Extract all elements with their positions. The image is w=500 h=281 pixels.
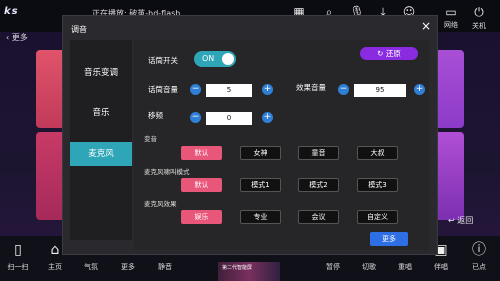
back-label: 更多 — [11, 33, 28, 42]
mic-switch-value: ON — [202, 54, 215, 63]
effect-option-entertainment[interactable]: 娱乐 — [181, 210, 222, 224]
reset-button[interactable]: ↻ 还原 — [360, 47, 418, 60]
effect-volume-decrease-button[interactable]: − — [338, 84, 349, 95]
video-thumbnail[interactable]: 第二代智能屏 — [218, 262, 280, 281]
more-button[interactable]: 更多 — [370, 232, 408, 246]
voice-change-title: 变音 — [144, 135, 157, 143]
return-icon: ↩ — [448, 216, 458, 225]
return-button[interactable]: ↩ 返回 — [448, 215, 473, 226]
bottom-item-label: 伴唱 — [434, 263, 448, 271]
bottom-item-selected[interactable]: ⓘ 已点 — [464, 238, 494, 272]
shift-value: 0 — [206, 112, 252, 125]
thumbnail-text: 第二代智能屏 — [222, 265, 253, 271]
shield-option-mode2[interactable]: 模式2 — [298, 178, 339, 192]
bottom-item-label: 更多 — [121, 263, 135, 271]
shield-option-mode3[interactable]: 模式3 — [357, 178, 398, 192]
close-icon[interactable]: × — [421, 19, 431, 33]
effect-option-meeting[interactable]: 会议 — [298, 210, 339, 224]
bottom-item-label: 主页 — [48, 263, 62, 271]
network-icon: ▭ — [445, 5, 457, 19]
dialog-title: 调音 — [71, 25, 87, 34]
tab-microphone[interactable]: 麦克风 — [70, 142, 132, 166]
phone-icon: ▯ — [14, 242, 22, 258]
tab-pitch[interactable]: 音乐变调 — [70, 66, 132, 78]
bottom-item-scan[interactable]: ▯ 扫一扫 — [3, 238, 33, 272]
shield-option-mode1[interactable]: 模式1 — [240, 178, 281, 192]
shift-increase-button[interactable]: + — [262, 112, 273, 123]
network-button[interactable]: ▭ 网络 — [440, 5, 462, 29]
power-label: 关机 — [472, 22, 486, 30]
voice-option-child[interactable]: 童音 — [298, 146, 339, 160]
bottom-item-label: 重唱 — [398, 263, 412, 271]
dialog-sidebar: 音乐变调 音乐 麦克风 — [70, 40, 132, 240]
mic-volume-decrease-button[interactable]: − — [190, 84, 201, 95]
mic-volume-label: 话筒音量 — [148, 85, 178, 94]
effect-volume-increase-button[interactable]: + — [414, 84, 425, 95]
network-label: 网络 — [444, 21, 458, 29]
tile-purple-bottom[interactable] — [434, 132, 464, 220]
voice-option-goddess[interactable]: 女神 — [240, 146, 281, 160]
bottom-item-label: 切歌 — [362, 263, 376, 271]
mic-switch-toggle[interactable]: ON — [194, 51, 236, 67]
bottom-item-label: 已点 — [472, 263, 486, 271]
effect-option-professional[interactable]: 专业 — [240, 210, 281, 224]
mic-volume-increase-button[interactable]: + — [262, 84, 273, 95]
voice-option-uncle[interactable]: 大叔 — [357, 146, 398, 160]
app-logo: ks — [4, 6, 19, 17]
effect-volume-value: 95 — [354, 84, 406, 97]
shift-decrease-button[interactable]: − — [190, 112, 201, 123]
toggle-knob — [222, 53, 234, 65]
voice-option-default[interactable]: 默认 — [181, 146, 222, 160]
bottom-item-label: 静音 — [158, 263, 172, 271]
reset-label: 还原 — [385, 49, 401, 58]
shield-option-default[interactable]: 默认 — [181, 178, 222, 192]
reset-icon: ↻ — [377, 49, 386, 58]
tile-purple-top[interactable] — [434, 50, 464, 128]
power-icon: ⏻ — [474, 5, 484, 19]
back-button[interactable]: ‹ 更多 — [6, 32, 28, 43]
shift-label: 移频 — [148, 111, 163, 120]
mic-shield-title: 麦克风啸叫模式 — [144, 168, 190, 176]
bottom-item-label: 扫一扫 — [7, 263, 29, 271]
mic-switch-label: 话筒开关 — [148, 56, 178, 65]
bottom-item-label: 暂停 — [326, 263, 340, 271]
mic-volume-value: 5 — [206, 84, 252, 97]
effect-volume-label: 效果音量 — [296, 83, 326, 92]
effect-option-custom[interactable]: 自定义 — [357, 210, 398, 224]
bottom-item-label: 气氛 — [84, 263, 98, 271]
info-icon: ⓘ — [472, 242, 486, 258]
tab-music[interactable]: 音乐 — [70, 106, 132, 118]
return-label: 返回 — [457, 216, 474, 225]
power-button[interactable]: ⏻ 关机 — [468, 5, 490, 30]
mic-effect-title: 麦克风效果 — [144, 200, 177, 208]
